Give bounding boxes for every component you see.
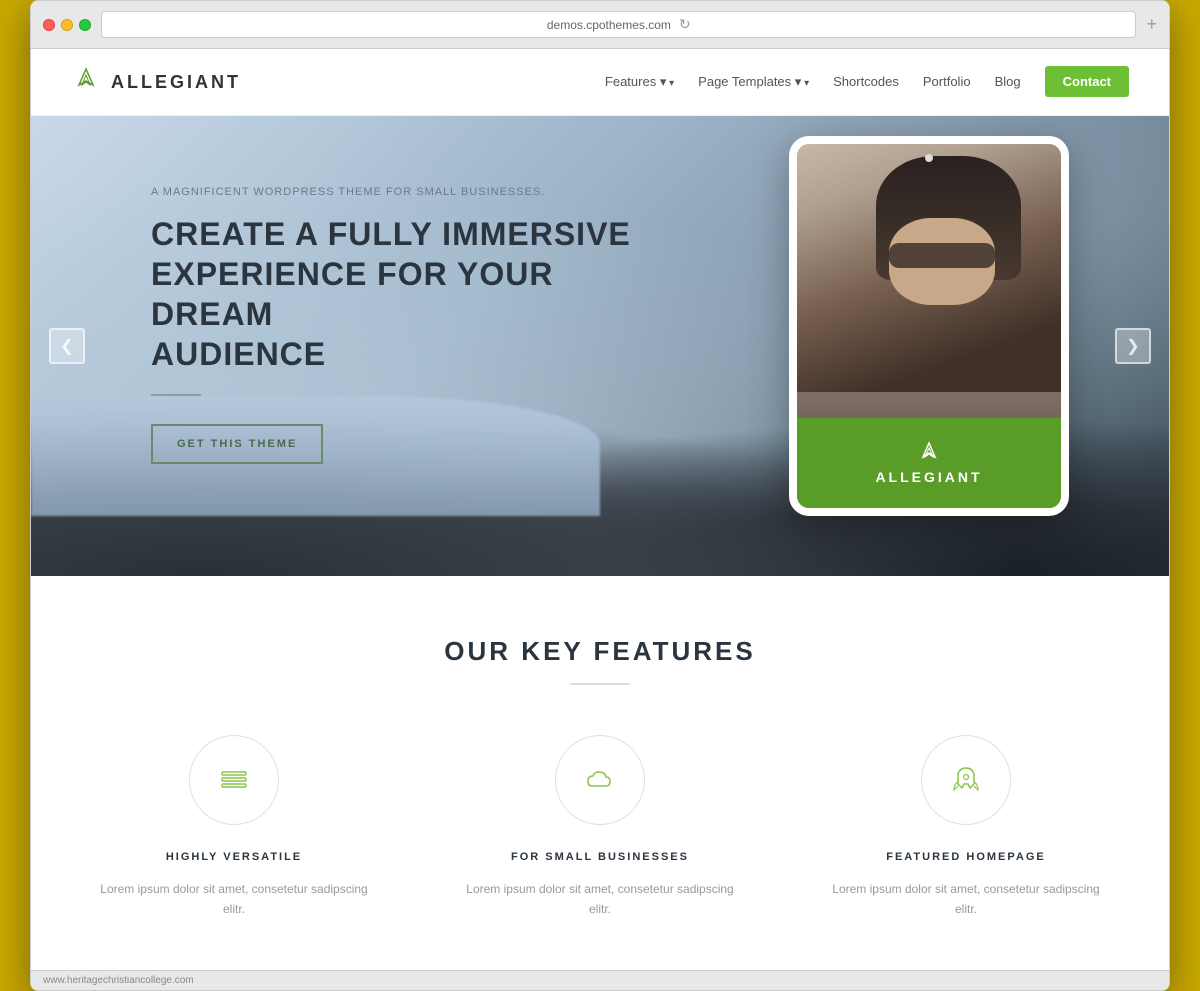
browser-statusbar: www.heritagechristiancollege.com — [31, 970, 1169, 990]
hero-divider — [151, 394, 201, 396]
feature-icon-versatile — [189, 735, 279, 825]
nav-item-page-templates[interactable]: Page Templates ▾ — [698, 73, 809, 91]
statusbar-url: www.heritagechristiancollege.com — [43, 975, 194, 986]
feature-item-versatile: HIGHLY VERSATILE Lorem ipsum dolor sit a… — [94, 735, 374, 920]
browser-window: demos.cpothemes.com ↻ + ALLEGIANT Featur… — [30, 0, 1170, 991]
slider-next-button[interactable]: ❯ — [1115, 328, 1151, 364]
navigation: ALLEGIANT Features ▾ Page Templates ▾ Sh… — [31, 49, 1169, 116]
minimize-button[interactable] — [61, 19, 73, 31]
website-content: ALLEGIANT Features ▾ Page Templates ▾ Sh… — [31, 49, 1169, 970]
feature-item-business: FOR SMALL BUSINESSES Lorem ipsum dolor s… — [460, 735, 740, 920]
slider-prev-button[interactable]: ❮ — [49, 328, 85, 364]
hero-title-line1: CREATE A FULLY IMMERSIVE — [151, 216, 631, 252]
nav-item-portfolio[interactable]: Portfolio — [923, 73, 971, 91]
tablet-logo-icon — [917, 441, 941, 465]
nav-item-contact[interactable]: Contact — [1045, 73, 1129, 91]
layers-icon — [218, 764, 250, 796]
hero-title-line3: AUDIENCE — [151, 336, 326, 372]
hero-content: A MAGNIFICENT WORDPRESS THEME FOR SMALL … — [31, 116, 657, 464]
feature-desc-homepage: Lorem ipsum dolor sit amet, consetetur s… — [826, 879, 1106, 920]
hero-title: CREATE A FULLY IMMERSIVE EXPERIENCE FOR … — [151, 214, 657, 374]
maximize-button[interactable] — [79, 19, 91, 31]
nav-link-features[interactable]: Features ▾ — [605, 74, 674, 89]
browser-titlebar: demos.cpothemes.com ↻ + — [31, 1, 1169, 49]
features-divider — [570, 683, 630, 685]
rocket-icon — [950, 764, 982, 796]
features-grid: HIGHLY VERSATILE Lorem ipsum dolor sit a… — [71, 735, 1129, 920]
features-title: OUR KEY FEATURES — [71, 636, 1129, 667]
logo[interactable]: ALLEGIANT — [71, 67, 241, 97]
address-bar[interactable]: demos.cpothemes.com ↻ — [101, 11, 1136, 38]
tablet-camera — [925, 154, 933, 162]
url-text: demos.cpothemes.com — [547, 18, 671, 32]
nav-link-shortcodes[interactable]: Shortcodes — [833, 74, 899, 89]
nav-item-blog[interactable]: Blog — [995, 73, 1021, 91]
nav-item-shortcodes[interactable]: Shortcodes — [833, 73, 899, 91]
hero-section: ❮ ❯ A MAGNIFICENT WORDPRESS THEME FOR SM… — [31, 116, 1169, 576]
feature-desc-business: Lorem ipsum dolor sit amet, consetetur s… — [460, 879, 740, 920]
tablet-screen: ALLEGIANT — [797, 144, 1061, 508]
tablet-outer: ALLEGIANT — [789, 136, 1069, 516]
nav-item-features[interactable]: Features ▾ — [605, 73, 674, 91]
new-tab-button[interactable]: + — [1146, 14, 1157, 35]
logo-icon — [71, 67, 101, 97]
close-button[interactable] — [43, 19, 55, 31]
feature-name-business: FOR SMALL BUSINESSES — [511, 851, 689, 863]
feature-name-versatile: HIGHLY VERSATILE — [166, 851, 302, 863]
tablet-sunglasses — [889, 243, 995, 268]
tablet-overlay: ALLEGIANT — [797, 418, 1061, 508]
nav-link-contact[interactable]: Contact — [1045, 66, 1129, 97]
cloud-icon — [584, 764, 616, 796]
feature-desc-versatile: Lorem ipsum dolor sit amet, consetetur s… — [94, 879, 374, 920]
nav-link-blog[interactable]: Blog — [995, 74, 1021, 89]
feature-item-homepage: FEATURED HOMEPAGE Lorem ipsum dolor sit … — [826, 735, 1106, 920]
features-section: OUR KEY FEATURES HIGHLY VERSATILE Lorem … — [31, 576, 1169, 970]
browser-dots — [43, 19, 91, 31]
logo-text: ALLEGIANT — [111, 72, 241, 93]
tablet-mockup: ALLEGIANT — [789, 136, 1069, 516]
hero-subtitle: A MAGNIFICENT WORDPRESS THEME FOR SMALL … — [151, 186, 657, 198]
feature-icon-homepage — [921, 735, 1011, 825]
nav-link-page-templates[interactable]: Page Templates ▾ — [698, 74, 809, 89]
refresh-icon[interactable]: ↻ — [679, 16, 691, 33]
chevron-left-icon: ❮ — [60, 336, 73, 356]
tablet-person-bg — [797, 144, 1061, 392]
nav-link-portfolio[interactable]: Portfolio — [923, 74, 971, 89]
feature-icon-business — [555, 735, 645, 825]
nav-menu: Features ▾ Page Templates ▾ Shortcodes P… — [605, 73, 1129, 91]
tablet-logo-text: ALLEGIANT — [875, 469, 982, 485]
feature-name-homepage: FEATURED HOMEPAGE — [886, 851, 1046, 863]
hero-title-line2: EXPERIENCE FOR YOUR DREAM — [151, 256, 553, 332]
chevron-right-icon: ❯ — [1126, 336, 1139, 356]
hero-cta-button[interactable]: GET THIS THEME — [151, 424, 323, 464]
